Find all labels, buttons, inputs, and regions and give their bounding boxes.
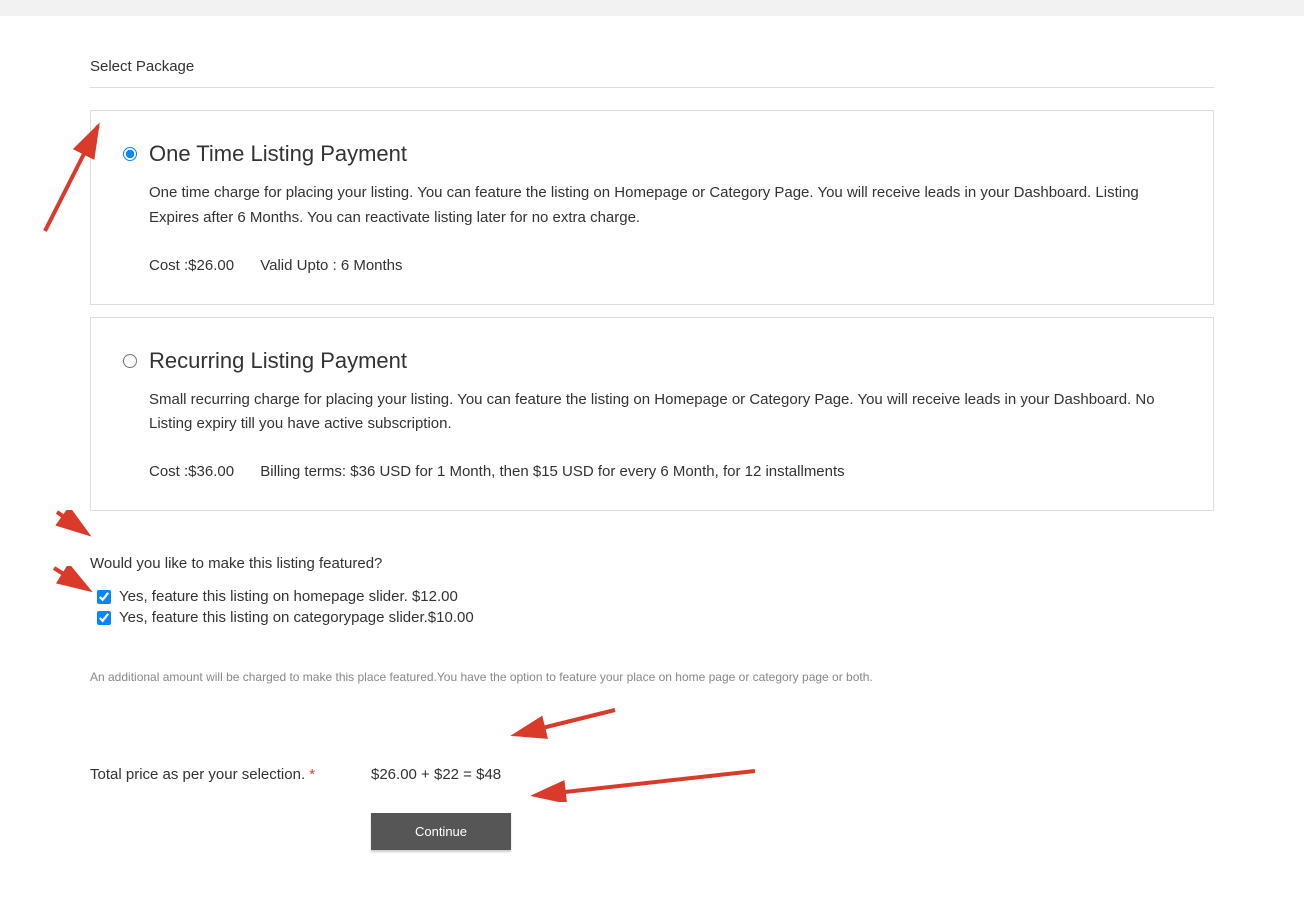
checkbox-categorypage-slider[interactable] <box>97 611 111 625</box>
total-row: Total price as per your selection. * $26… <box>90 766 1214 783</box>
page-container: Select Package One Time Listing Payment … <box>90 16 1214 900</box>
feature-option-homepage[interactable]: Yes, feature this listing on homepage sl… <box>97 586 1214 607</box>
package-meta-recurring: Cost :$36.00 Billing terms: $36 USD for … <box>123 463 1181 480</box>
package-cost: Cost :$36.00 <box>149 463 234 480</box>
radio-recurring[interactable] <box>123 354 137 368</box>
package-meta-one-time: Cost :$26.00 Valid Upto : 6 Months <box>123 257 1181 274</box>
feature-label-homepage: Yes, feature this listing on homepage sl… <box>119 588 458 605</box>
total-label: Total price as per your selection. * <box>90 766 371 783</box>
continue-button[interactable]: Continue <box>371 813 511 850</box>
package-billing: Billing terms: $36 USD for 1 Month, then… <box>260 463 844 480</box>
package-cost: Cost :$26.00 <box>149 257 234 274</box>
section-title: Select Package <box>90 16 1214 88</box>
total-value: $26.00 + $22 = $48 <box>371 766 501 783</box>
total-label-text: Total price as per your selection. <box>90 766 309 783</box>
package-option-one-time[interactable]: One Time Listing Payment One time charge… <box>90 110 1214 305</box>
checkbox-homepage-slider[interactable] <box>97 590 111 604</box>
annotation-arrow-icon <box>55 510 93 538</box>
package-title-recurring: Recurring Listing Payment <box>149 348 407 374</box>
package-validity: Valid Upto : 6 Months <box>260 257 402 274</box>
package-desc-one-time: One time charge for placing your listing… <box>123 181 1181 231</box>
package-desc-recurring: Small recurring charge for placing your … <box>123 388 1181 438</box>
top-bar <box>0 0 1304 16</box>
featured-question: Would you like to make this listing feat… <box>90 555 1214 572</box>
feature-option-categorypage[interactable]: Yes, feature this listing on categorypag… <box>97 607 1214 628</box>
annotation-arrow-icon <box>52 566 94 594</box>
package-title-one-time: One Time Listing Payment <box>149 141 407 167</box>
annotation-arrow-icon <box>510 706 620 741</box>
feature-label-categorypage: Yes, feature this listing on categorypag… <box>119 609 474 626</box>
feature-note: An additional amount will be charged to … <box>90 668 1214 686</box>
package-option-recurring[interactable]: Recurring Listing Payment Small recurrin… <box>90 317 1214 512</box>
required-marker: * <box>309 766 315 783</box>
radio-one-time[interactable] <box>123 147 137 161</box>
